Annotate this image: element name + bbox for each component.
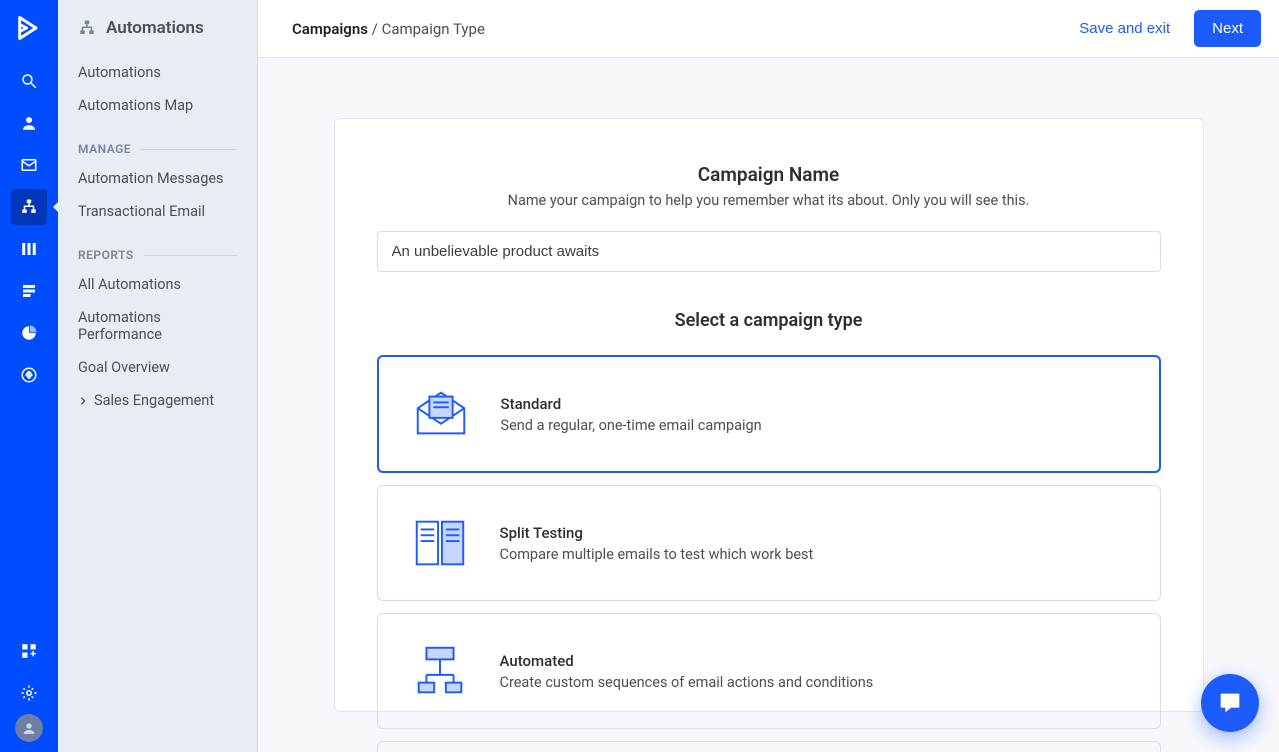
sidebar-section-reports-label: REPORTS <box>78 248 134 262</box>
reports-icon[interactable] <box>11 315 47 351</box>
flow-icon <box>408 640 472 702</box>
sidebar-title-text: Automations <box>106 18 204 38</box>
chat-icon <box>1216 689 1244 717</box>
main-content: Campaign Name Name your campaign to help… <box>258 58 1279 752</box>
sidebar-item-all-automations[interactable]: All Automations <box>58 268 257 301</box>
deals-icon[interactable] <box>11 231 47 267</box>
avatar-icon[interactable] <box>15 714 43 742</box>
campaign-type-split-desc: Compare multiple emails to test which wo… <box>500 546 814 563</box>
split-icon <box>408 512 472 574</box>
automations-icon[interactable] <box>11 189 47 225</box>
sidebar-section-manage-label: MANAGE <box>78 142 131 156</box>
campaign-type-automated-title: Automated <box>500 652 874 670</box>
sidebar-item-automations-map[interactable]: Automations Map <box>58 89 257 122</box>
campaign-type-heading: Select a campaign type <box>377 310 1161 331</box>
breadcrumb-root[interactable]: Campaigns <box>292 20 368 38</box>
logo-icon <box>15 14 43 42</box>
icon-rail <box>0 0 58 752</box>
sidebar-item-sales-engagement-label: Sales Engagement <box>94 392 214 409</box>
sidebar-section-manage: MANAGE <box>58 122 257 162</box>
breadcrumb-current: Campaign Type <box>382 20 485 38</box>
campaign-name-input[interactable] <box>377 231 1161 272</box>
campaign-name-sub: Name your campaign to help you remember … <box>377 192 1161 209</box>
campaign-type-split-testing[interactable]: Split Testing Compare multiple emails to… <box>377 485 1161 601</box>
sidebar-item-automation-messages[interactable]: Automation Messages <box>58 162 257 195</box>
campaign-type-split-title: Split Testing <box>500 524 814 542</box>
breadcrumb: Campaigns / Campaign Type <box>292 20 485 38</box>
apps-icon[interactable] <box>11 633 47 669</box>
envelope-icon <box>409 383 473 445</box>
campaign-type-automated-desc: Create custom sequences of email actions… <box>500 674 874 691</box>
sidebar-item-transactional-email[interactable]: Transactional Email <box>58 195 257 228</box>
save-and-exit-button[interactable]: Save and exit <box>1079 20 1170 37</box>
search-icon[interactable] <box>11 63 47 99</box>
automations-header-icon <box>78 19 96 37</box>
campaign-type-standard-title: Standard <box>501 395 762 413</box>
sidebar-title: Automations <box>58 0 257 56</box>
contacts-icon[interactable] <box>11 105 47 141</box>
secondary-sidebar: Automations Automations Automations Map … <box>58 0 258 752</box>
sidebar-item-sales-engagement[interactable]: Sales Engagement <box>58 384 257 417</box>
next-button[interactable]: Next <box>1194 10 1261 47</box>
chevron-right-icon <box>78 396 88 406</box>
topbar: Campaigns / Campaign Type Save and exit … <box>258 0 1279 58</box>
website-icon[interactable] <box>11 357 47 393</box>
campaign-type-rss[interactable]: RSS Triggered <box>377 741 1161 752</box>
chat-button[interactable] <box>1201 674 1259 732</box>
campaigns-icon[interactable] <box>11 147 47 183</box>
lists-icon[interactable] <box>11 273 47 309</box>
settings-icon[interactable] <box>11 675 47 711</box>
breadcrumb-separator: / <box>368 20 382 38</box>
campaign-type-standard[interactable]: Standard Send a regular, one-time email … <box>377 355 1161 473</box>
sidebar-item-automations-performance[interactable]: Automations Performance <box>58 301 257 351</box>
campaign-name-heading: Campaign Name <box>377 163 1161 186</box>
campaign-card: Campaign Name Name your campaign to help… <box>334 118 1204 712</box>
sidebar-item-goal-overview[interactable]: Goal Overview <box>58 351 257 384</box>
campaign-type-automated[interactable]: Automated Create custom sequences of ema… <box>377 613 1161 729</box>
campaign-type-standard-desc: Send a regular, one-time email campaign <box>501 417 762 434</box>
sidebar-section-reports: REPORTS <box>58 228 257 268</box>
sidebar-item-automations[interactable]: Automations <box>58 56 257 89</box>
